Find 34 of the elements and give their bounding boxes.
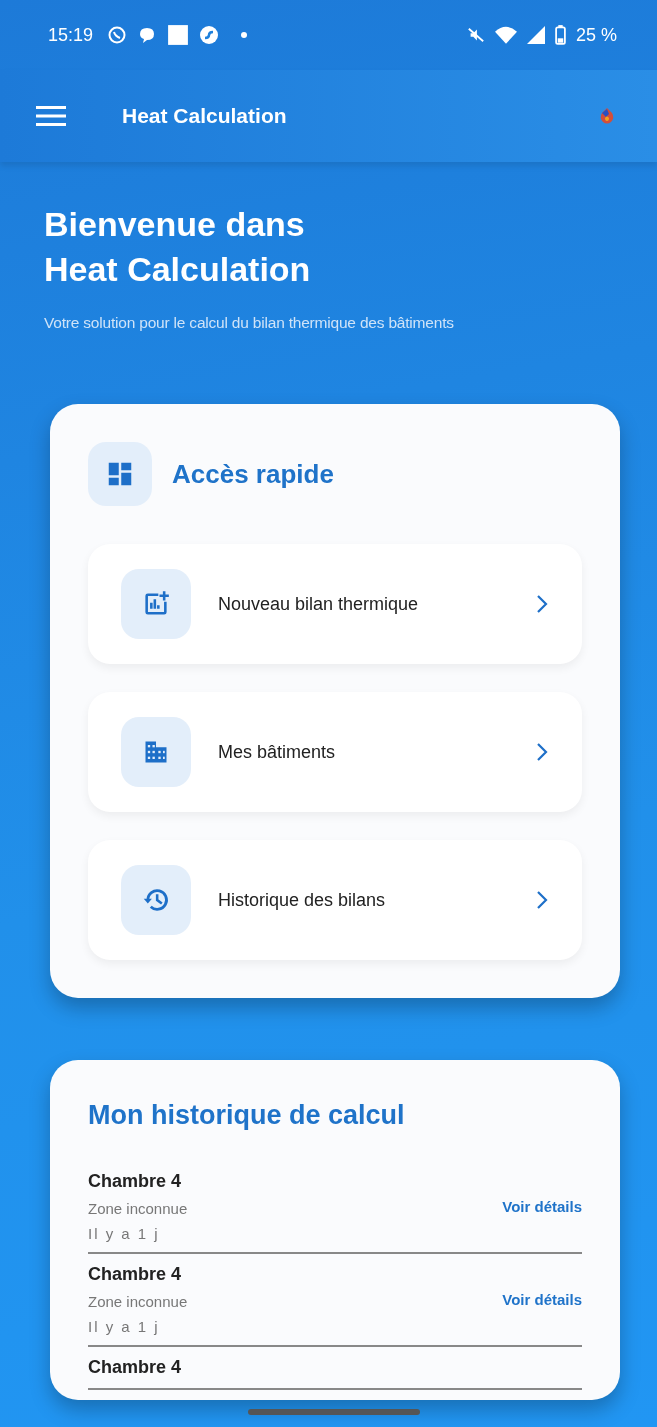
welcome-subtitle: Votre solution pour le calcul du bilan thermique des bâtiments [44, 314, 455, 332]
app-icon [199, 25, 220, 45]
history-item-zone: Zone inconnue [88, 1293, 189, 1310]
welcome-title: Bienvenue dans Heat Calculation [44, 204, 312, 290]
chat-icon [107, 25, 128, 45]
history-item-name: Chambre 4 [88, 1171, 183, 1192]
history-icon [142, 886, 170, 914]
chevron-right-icon [536, 594, 548, 614]
quick-access-title: Accès rapide [172, 458, 334, 490]
battery-icon [554, 25, 566, 45]
signal-icon [526, 26, 545, 44]
wifi-icon [494, 26, 517, 44]
mute-icon [466, 26, 485, 44]
history-item-time: Il y a 1 j [88, 1225, 161, 1242]
history-title: Mon historique de calcul [88, 1100, 406, 1131]
quick-access-item[interactable]: Mes bâtiments [88, 692, 582, 812]
details-link[interactable]: Voir détails [502, 1198, 582, 1215]
quick-access-item[interactable]: Historique des bilans [88, 840, 582, 960]
dashboard-icon [88, 442, 152, 506]
quick-access-item[interactable]: Nouveau bilan thermique [88, 544, 582, 664]
history-item-name: Chambre 4 [88, 1357, 183, 1378]
menu-icon[interactable] [36, 105, 66, 127]
history-item-zone: Zone inconnue [88, 1200, 189, 1217]
chart-add-icon [142, 590, 170, 618]
dot-icon [241, 32, 248, 38]
chevron-right-icon [536, 890, 548, 910]
history-item-time: Il y a 1 j [88, 1318, 161, 1335]
app-title: Heat Calculation [122, 104, 287, 128]
details-link[interactable]: Voir détails [502, 1291, 582, 1308]
chevron-right-icon [536, 742, 548, 762]
square-icon [167, 24, 190, 46]
status-time: 15:19 [48, 24, 94, 46]
history-item-name: Chambre 4 [88, 1264, 183, 1285]
battery-level: 25 % [575, 24, 617, 46]
